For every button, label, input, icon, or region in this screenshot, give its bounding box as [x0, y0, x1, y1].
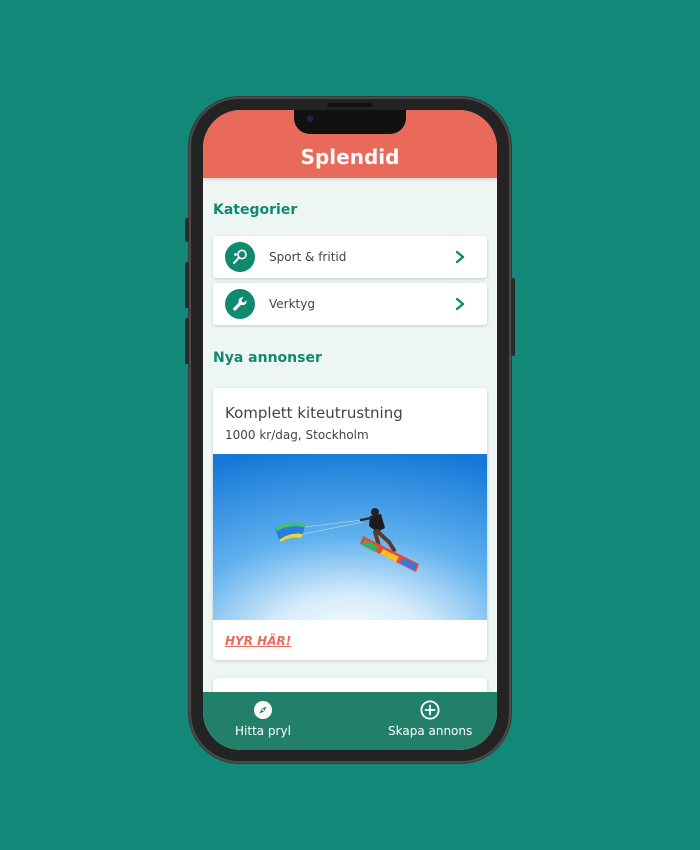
category-label: Verktyg	[269, 297, 315, 311]
nav-label: Skapa annons	[388, 724, 473, 738]
nav-find-item[interactable]: Hitta pryl	[235, 700, 291, 738]
bottom-nav: Hitta pryl Skapa annons	[203, 692, 497, 750]
racket-icon	[225, 242, 255, 272]
category-item-tools[interactable]: Verktyg	[213, 283, 487, 325]
wrench-icon	[225, 289, 255, 319]
category-label: Sport & fritid	[269, 250, 347, 264]
ad-price-location: 1000 kr/dag, Stockholm	[225, 428, 369, 442]
plus-circle-icon	[420, 700, 440, 720]
app-screen: Splendid Kategorier Sport & fritid Verkt…	[203, 110, 497, 750]
nav-label: Hitta pryl	[235, 724, 291, 738]
mute-switch	[185, 218, 189, 242]
ad-image	[213, 454, 487, 620]
phone-speaker	[327, 103, 373, 107]
rent-here-link[interactable]: HYR HÄR!	[225, 634, 291, 648]
chevron-right-icon	[453, 297, 467, 311]
new-ads-heading: Nya annonser	[213, 350, 322, 366]
nav-create-ad[interactable]: Skapa annons	[388, 700, 472, 738]
phone-notch	[294, 110, 406, 134]
volume-down-button	[185, 318, 189, 364]
ad-card[interactable]: Komplett kiteutrustning 1000 kr/dag, Sto…	[213, 388, 487, 660]
category-item-sport[interactable]: Sport & fritid	[213, 236, 487, 278]
chevron-right-icon	[453, 250, 467, 264]
front-camera	[307, 116, 313, 122]
categories-heading: Kategorier	[213, 202, 298, 218]
power-button	[511, 278, 515, 356]
ad-title: Komplett kiteutrustning	[225, 404, 403, 422]
compass-icon	[253, 701, 272, 719]
volume-up-button	[185, 262, 189, 308]
app-title: Splendid	[300, 145, 400, 169]
